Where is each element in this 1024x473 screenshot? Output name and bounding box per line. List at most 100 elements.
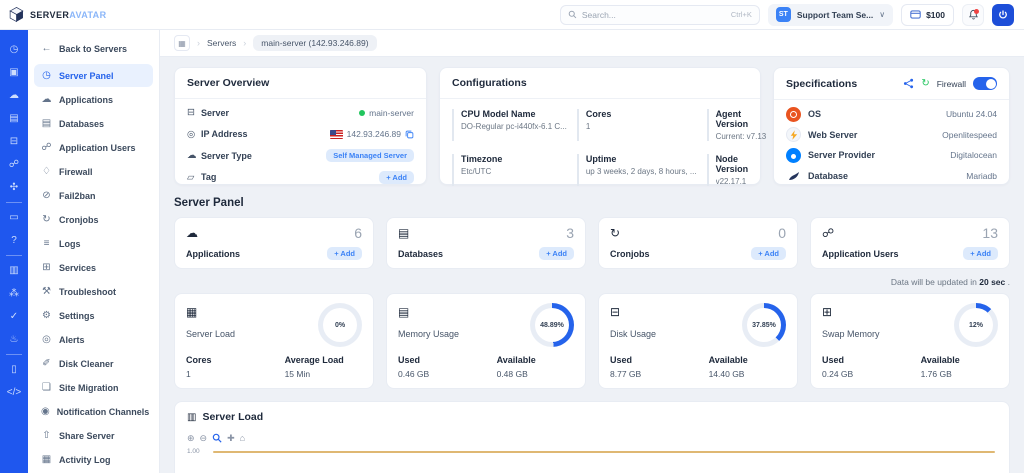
add-database-button[interactable]: + Add: [539, 247, 574, 260]
y-axis-tick: 1.00: [187, 448, 200, 455]
sidebar-item-settings[interactable]: ⚙ Settings: [34, 304, 153, 327]
shield-icon: ♢: [41, 166, 52, 177]
rail-divider: [6, 255, 22, 256]
cube-logo-icon: [8, 6, 25, 23]
global-search[interactable]: Ctrl+K: [560, 5, 760, 25]
sidebar-item-server-panel[interactable]: ◷ Server Panel: [34, 64, 153, 87]
breadcrumb-current-server[interactable]: main-server (142.93.246.89): [253, 35, 376, 51]
notification-dot: [974, 9, 979, 14]
user-menu[interactable]: ST Support Team Se... ∨: [768, 4, 893, 26]
add-application-button[interactable]: + Add: [327, 247, 362, 260]
rail-flask-icon[interactable]: ♨: [0, 328, 28, 351]
memory-usage-gauge: 48.89%: [530, 303, 574, 347]
power-button[interactable]: [992, 4, 1014, 26]
config-uptime: Uptime up 3 weeks, 2 days, 8 hours, ...: [577, 154, 697, 186]
copy-icon[interactable]: [405, 130, 414, 139]
config-timezone: Timezone Etc/UTC: [452, 154, 567, 186]
tag-icon: ▱: [187, 172, 201, 183]
rail-check-icon[interactable]: ✓: [0, 305, 28, 328]
cpu-chip-icon: ▦: [186, 305, 197, 319]
gear-icon: ⚙: [41, 310, 52, 321]
search-icon: [568, 10, 577, 19]
rail-server-icon[interactable]: ▣: [0, 61, 28, 84]
metric-card-swap-memory: ⊞ Swap Memory 12% Used0.24 GB Available1…: [810, 293, 1010, 389]
balance-amount: $100: [926, 10, 945, 20]
cloud-icon: ☁: [41, 94, 52, 105]
firewall-toggle-label: Firewall: [937, 79, 966, 89]
pan-icon[interactable]: ✚: [227, 434, 235, 443]
stat-card-databases[interactable]: ▤ 3 Databases + Add: [386, 217, 586, 269]
stat-card-application-users[interactable]: ☍ 13 Application Users + Add: [810, 217, 1010, 269]
selection-zoom-icon[interactable]: [212, 433, 222, 443]
sidebar-item-services[interactable]: ⊞ Services: [34, 256, 153, 279]
refresh-icon[interactable]: ↻: [921, 78, 929, 89]
rail-cluster-icon[interactable]: ✣: [0, 176, 28, 199]
sidebar-item-application-users[interactable]: ☍ Application Users: [34, 136, 153, 159]
add-application-user-button[interactable]: + Add: [963, 247, 998, 260]
specifications-card: Specifications ↻ Firewall: [773, 67, 1010, 185]
spec-row-web-server: Web Server Openlitespeed: [786, 125, 997, 146]
config-node-version: Node Version v22.17.1: [707, 154, 767, 186]
sidebar-item-notification-channels[interactable]: ◉ Notification Channels: [34, 400, 153, 423]
grid-icon: ▦: [41, 454, 52, 465]
topbar: SERVERAVATAR Ctrl+K ST Support Team Se..…: [0, 0, 1024, 30]
card-title: Server Overview: [187, 77, 269, 89]
rail-code-icon[interactable]: </>: [0, 381, 28, 404]
rail-cloud-icon[interactable]: ☁: [0, 84, 28, 107]
rail-chart-icon[interactable]: ▥: [0, 259, 28, 282]
add-cronjob-button[interactable]: + Add: [751, 247, 786, 260]
zoom-out-icon[interactable]: ⊖: [200, 434, 208, 443]
rail-drive-icon[interactable]: ⊟: [0, 130, 28, 153]
sidebar-item-logs[interactable]: ≡ Logs: [34, 232, 153, 255]
add-tag-button[interactable]: + Add: [379, 171, 414, 184]
rail-divider: [6, 202, 22, 203]
server-name-value: main-server: [369, 108, 414, 118]
search-shortcut: Ctrl+K: [731, 10, 752, 19]
notifications-button[interactable]: [962, 4, 984, 26]
rail-gauge-icon[interactable]: ◷: [0, 38, 28, 61]
stat-card-cronjobs[interactable]: ↻ 0 Cronjobs + Add: [598, 217, 798, 269]
sidebar-item-troubleshoot[interactable]: ⚒ Troubleshoot: [34, 280, 153, 303]
sidebar-item-alerts[interactable]: ◎ Alerts: [34, 328, 153, 351]
rail-database-icon[interactable]: ▤: [0, 107, 28, 130]
sidebar-item-disk-cleaner[interactable]: ✐ Disk Cleaner: [34, 352, 153, 375]
users-icon: ☍: [822, 226, 834, 240]
sidebar-item-firewall[interactable]: ♢ Firewall: [34, 160, 153, 183]
sidebar-item-activity-log[interactable]: ▦ Activity Log: [34, 448, 153, 471]
sidebar-back-to-servers[interactable]: ← Back to Servers: [34, 37, 153, 60]
overview-row-server: ⊟ Server main-server: [187, 102, 414, 124]
zoom-in-icon[interactable]: ⊕: [187, 434, 195, 443]
power-icon: [997, 9, 1009, 21]
brand-logo[interactable]: SERVERAVATAR: [8, 6, 158, 23]
mariadb-icon: [786, 168, 801, 183]
metric-card-disk-usage: ⊟ Disk Usage 37.85% Used8.77 GB Availabl…: [598, 293, 798, 389]
config-cores: Cores 1: [577, 109, 697, 141]
chart-plot-area[interactable]: 1.00: [187, 451, 997, 473]
home-reset-icon[interactable]: ⌂: [240, 434, 245, 443]
swap-memory-gauge: 12%: [954, 303, 998, 347]
sidebar-item-applications[interactable]: ☁ Applications: [34, 88, 153, 111]
breadcrumb-servers[interactable]: Servers: [207, 38, 236, 48]
rail-tablet-icon[interactable]: ▯: [0, 358, 28, 381]
share-icon[interactable]: [903, 78, 914, 89]
status-online-dot: [359, 110, 365, 116]
sidebar-item-site-migration[interactable]: ❏ Site Migration: [34, 376, 153, 399]
sidebar-item-databases[interactable]: ▤ Databases: [34, 112, 153, 135]
firewall-toggle[interactable]: [973, 77, 997, 90]
balance-button[interactable]: $100: [901, 4, 954, 26]
databases-count: 3: [566, 226, 574, 240]
rail-network-icon[interactable]: ☍: [0, 153, 28, 176]
config-agent-version: Agent Version Current: v7.13: [707, 109, 767, 141]
rail-help-icon[interactable]: ?: [0, 229, 28, 252]
stat-card-applications[interactable]: ☁ 6 Applications + Add: [174, 217, 374, 269]
rail-card-icon[interactable]: ▭: [0, 206, 28, 229]
sidebar-item-cronjobs[interactable]: ↻ Cronjobs: [34, 208, 153, 231]
rail-nodes-icon[interactable]: ⁂: [0, 282, 28, 305]
sidebar-item-share-server[interactable]: ⇧ Share Server: [34, 424, 153, 447]
sidebar-item-fail2ban[interactable]: ⊘ Fail2ban: [34, 184, 153, 207]
search-input[interactable]: [582, 10, 726, 20]
ubuntu-icon: [786, 107, 801, 122]
brand-name: SERVERAVATAR: [30, 10, 106, 20]
server-panel-heading: Server Panel: [174, 197, 1010, 209]
breadcrumb: ▦ › Servers › main-server (142.93.246.89…: [160, 30, 1024, 57]
